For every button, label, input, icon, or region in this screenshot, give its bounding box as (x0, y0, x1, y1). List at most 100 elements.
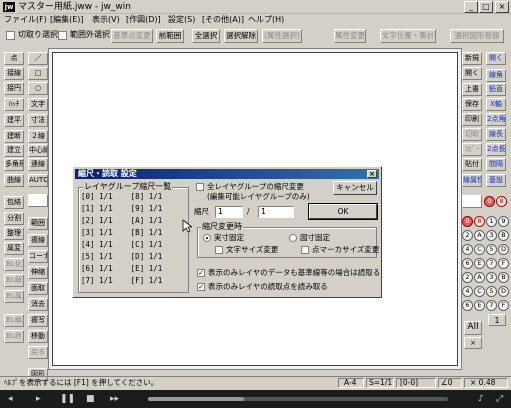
tool-line-angle[interactable]: 線角 (486, 69, 506, 82)
tool-tangent[interactable]: 接線 (4, 67, 24, 80)
layer-group-5[interactable]: 5 (486, 286, 497, 297)
menu-file[interactable]: ファイル(F) (4, 14, 47, 26)
text-size-checkbox[interactable] (215, 246, 223, 254)
tool-polygon[interactable]: 多角形 (4, 158, 24, 171)
tool-offset[interactable]: 複線 (28, 234, 48, 247)
tool-overwrite[interactable]: 上書 (462, 83, 482, 96)
tool-block-edit[interactable]: BL編 (4, 314, 24, 327)
tool-spacing[interactable]: 間隔 (486, 158, 506, 171)
dialog-close-button[interactable]: × (367, 170, 377, 178)
layer-4[interactable]: 4 (462, 244, 473, 255)
menu-other[interactable]: [その他(A)] (202, 14, 244, 26)
layer-group-c[interactable]: C (474, 286, 485, 297)
layer-c[interactable]: C (474, 244, 485, 255)
tool-attr-change[interactable]: 属変 (4, 242, 24, 255)
next-icon[interactable]: ▸▸ (110, 393, 119, 405)
layer-a[interactable]: A (474, 230, 485, 241)
text-position-button[interactable]: 文字位置・集計 (380, 29, 436, 43)
tool-divide[interactable]: 分割 (4, 212, 24, 225)
layer-2[interactable]: 2 (462, 230, 473, 241)
tool-undo[interactable]: 戻る (28, 346, 48, 359)
maximize-button[interactable]: □ (479, 1, 493, 13)
tool-dimension[interactable]: 寸法 (28, 114, 48, 127)
layer-0[interactable]: 0 (462, 216, 473, 227)
tool-block-end[interactable]: BL終 (4, 330, 24, 343)
tool-line[interactable]: ／ (28, 52, 48, 65)
tool-paste[interactable]: 貼付 (462, 158, 482, 171)
select-all-button[interactable]: 全選択 (192, 29, 220, 43)
layer-b[interactable]: B (498, 230, 509, 241)
layer-7[interactable]: 7 (486, 258, 497, 269)
minimize-button[interactable]: _ (464, 1, 478, 13)
tool-section[interactable]: 建断 (4, 130, 24, 143)
tool-arrange[interactable]: 整理 (4, 227, 24, 240)
fullscreen-icon[interactable]: ⤢ (496, 393, 503, 405)
cancel-button[interactable]: キャンセル (333, 181, 377, 195)
tool-double-line[interactable]: ２線 (28, 130, 48, 143)
layer-group-0[interactable]: 0 (484, 196, 495, 207)
tool-open[interactable]: 開く (462, 67, 482, 80)
tool-chamfer[interactable]: 面取 (28, 282, 48, 295)
close-button[interactable]: × (495, 1, 509, 13)
tool-block-attr[interactable]: BL属 (4, 290, 24, 303)
tool-center-line[interactable]: 中心線 (28, 144, 48, 157)
menu-settings[interactable]: 設定(S) (168, 14, 195, 26)
layer-3[interactable]: 3 (486, 230, 497, 241)
attribute-select-button[interactable]: (属性選択) (262, 29, 302, 43)
prev-icon[interactable]: ◂ (8, 393, 13, 405)
tool-stretch[interactable]: 伸縮 (28, 266, 48, 279)
tool-line-attr[interactable]: 線属性 (462, 174, 482, 187)
tool-2pt-length[interactable]: 2点長 (486, 143, 506, 156)
status-paper-size[interactable]: A-4 (344, 378, 356, 388)
layer-6[interactable]: 6 (462, 258, 473, 269)
layer-group-e[interactable]: E (474, 300, 485, 311)
tool-block-release[interactable]: BL解 (4, 274, 24, 287)
layer-group-a[interactable]: A (474, 272, 485, 283)
menu-help[interactable]: ヘルプ(H) (248, 14, 284, 26)
tool-copy-clip[interactable]: ｺﾋﾟｰ (462, 143, 482, 156)
menu-view[interactable]: 表示(V) (92, 14, 120, 26)
attribute-change-button[interactable]: 属性変更 (334, 29, 366, 43)
layer-8[interactable]: 8 (474, 216, 485, 227)
tool-print[interactable]: 印刷 (462, 113, 482, 126)
tool-2pt-angle[interactable]: 2点角 (486, 113, 506, 126)
point-marker-checkbox[interactable] (301, 246, 309, 254)
tool-open-right[interactable]: 開く (486, 52, 506, 65)
prev-range-button[interactable]: 前範囲 (156, 29, 184, 43)
tool-circle[interactable]: ○ (28, 82, 48, 95)
cut-select-checkbox[interactable] (6, 31, 15, 40)
deselect-button[interactable]: 選択解除 (224, 29, 258, 43)
tool-corner[interactable]: コーナー (28, 250, 48, 263)
status-layer[interactable]: [0-0] (400, 378, 418, 388)
tool-tangent-circle[interactable]: 接円 (4, 82, 24, 95)
outside-select-checkbox[interactable] (58, 31, 67, 40)
tool-auto[interactable]: AUTO (28, 174, 48, 187)
layer-group-8[interactable]: 8 (496, 196, 507, 207)
layer-group-f[interactable]: F (498, 300, 509, 311)
tool-cut[interactable]: 切取 (462, 128, 482, 141)
tool-block[interactable]: BL化 (4, 258, 24, 271)
tool-point[interactable]: 点 (4, 52, 24, 65)
pause-icon[interactable]: ❚❚ (60, 393, 75, 405)
tool-continuous-line[interactable]: 連線 (28, 158, 48, 171)
tool-hatch[interactable]: ﾊｯﾁ (4, 98, 24, 111)
music-icon[interactable]: ♪ (478, 393, 484, 405)
scale-denominator-input[interactable]: 1 (258, 206, 294, 218)
tool-envelope[interactable]: 包絡 (4, 196, 24, 209)
layer-group-7[interactable]: 7 (486, 300, 497, 311)
drawing-size-radio[interactable] (289, 234, 297, 242)
layer-e[interactable]: E (474, 258, 485, 269)
tool-line-length[interactable]: 線長 (486, 128, 506, 141)
menu-edit[interactable]: [編集(E)] (50, 14, 84, 26)
tool-curve[interactable]: 曲線 (4, 174, 24, 187)
layer-group-d[interactable]: D (498, 286, 509, 297)
layer-9[interactable]: 9 (498, 216, 509, 227)
stop-icon[interactable]: ■ (86, 393, 95, 405)
tool-text[interactable]: 文字 (28, 98, 48, 111)
layer-group-1[interactable]: 1 (488, 314, 506, 326)
layer-f[interactable]: F (498, 258, 509, 269)
layer-group-6[interactable]: 6 (462, 300, 473, 311)
layer-5[interactable]: 5 (486, 244, 497, 255)
all-layers-checkbox[interactable] (196, 183, 204, 191)
status-angle[interactable]: ∠0 (441, 378, 453, 388)
